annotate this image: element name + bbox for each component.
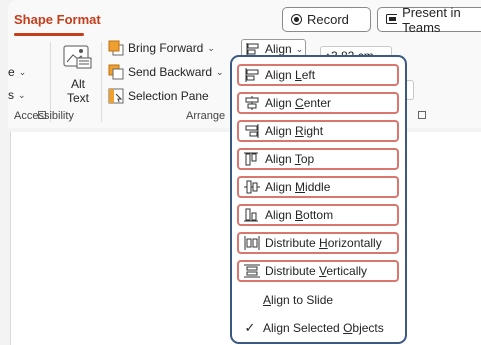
menu-item-label: Align Center (265, 96, 332, 110)
menu-item-label: Align Left (265, 68, 316, 82)
selection-pane-icon (108, 88, 124, 104)
alt-text-label-line2: Text (66, 91, 89, 105)
menu-align-selected-objects[interactable]: ✓ Align Selected Objects (237, 317, 399, 339)
group-divider (101, 42, 102, 122)
menu-align-middle[interactable]: Align Middle (237, 176, 399, 198)
menu-align-top[interactable]: Align Top (237, 148, 399, 170)
menu-distribute-horizontally[interactable]: Distribute Horizontally (237, 232, 399, 254)
menu-item-label: Align Middle (265, 180, 331, 194)
align-label: Align (265, 42, 292, 56)
ribbon-tab-bar: Shape Format Record Present in Teams (8, 0, 481, 40)
accessibility-group-label: Accessibility (14, 110, 74, 122)
send-backward-label: Send Backward (128, 65, 213, 79)
bring-forward-label: Bring Forward (128, 41, 204, 55)
menu-align-to-slide[interactable]: Align to Slide (237, 289, 399, 311)
menu-item-label: Align to Slide (263, 293, 334, 307)
bring-forward-button[interactable]: Bring Forward ⌄ (108, 40, 215, 56)
send-backward-icon (108, 64, 124, 80)
menu-item-label: Align Top (265, 152, 315, 166)
record-button[interactable]: Record (282, 7, 371, 32)
align-middle-icon (244, 180, 260, 194)
truncated-label-1: e (8, 65, 15, 79)
chevron-down-icon: ⌄ (216, 66, 224, 77)
menu-align-bottom[interactable]: Align Bottom (237, 204, 399, 226)
active-tab-indicator (14, 33, 84, 36)
align-center-icon (245, 96, 259, 110)
menu-item-label: Align Selected Objects (263, 321, 384, 335)
truncated-command-2[interactable]: s ⌄ (8, 88, 26, 102)
size-group-launcher-icon[interactable] (418, 111, 426, 119)
align-icon (246, 43, 259, 55)
menu-align-center[interactable]: Align Center (237, 92, 399, 114)
distribute-vertically-icon (244, 264, 260, 278)
chevron-down-icon: ⌄ (295, 43, 304, 54)
arrange-group-label: Arrange (186, 110, 226, 122)
align-left-icon (245, 68, 259, 82)
checkmark-icon: ✓ (244, 320, 256, 335)
record-label: Record (307, 12, 349, 27)
align-right-icon (245, 124, 259, 138)
menu-align-right[interactable]: Align Right (237, 120, 399, 142)
present-in-teams-button[interactable]: Present in Teams (377, 4, 481, 35)
menu-distribute-vertically[interactable]: Distribute Vertically (237, 260, 399, 282)
align-top-icon (244, 152, 258, 166)
align-dropdown-menu: Align Left Align Center Align Right Alig… (230, 55, 407, 344)
menu-item-label: Align Bottom (265, 208, 334, 222)
tab-shape-format[interactable]: Shape Format (14, 12, 101, 27)
truncated-command-1[interactable]: e ⌄ (8, 65, 26, 79)
align-bottom-icon (244, 208, 258, 222)
send-backward-button[interactable]: Send Backward ⌄ (108, 64, 224, 80)
alt-text-button[interactable]: Alt Text (62, 77, 94, 105)
record-icon (291, 14, 302, 25)
menu-item-label: Distribute Vertically (265, 264, 368, 278)
alt-text-label-line1: Alt (70, 77, 85, 91)
present-label: Present in Teams (402, 4, 461, 35)
truncated-label-2: s (8, 88, 14, 102)
selection-pane-button[interactable]: Selection Pane (108, 88, 209, 104)
distribute-horizontally-icon (244, 236, 260, 250)
teams-present-icon (386, 13, 398, 24)
menu-item-label: Distribute Horizontally (265, 236, 382, 250)
menu-align-left[interactable]: Align Left (237, 64, 399, 86)
chevron-down-icon: ⌄ (18, 89, 26, 100)
chevron-down-icon: ⌄ (18, 66, 27, 77)
alt-text-icon (61, 44, 97, 72)
bring-forward-icon (108, 40, 124, 56)
selection-pane-label: Selection Pane (128, 89, 209, 103)
chevron-down-icon: ⌄ (207, 42, 215, 53)
menu-item-label: Align Right (265, 124, 324, 138)
